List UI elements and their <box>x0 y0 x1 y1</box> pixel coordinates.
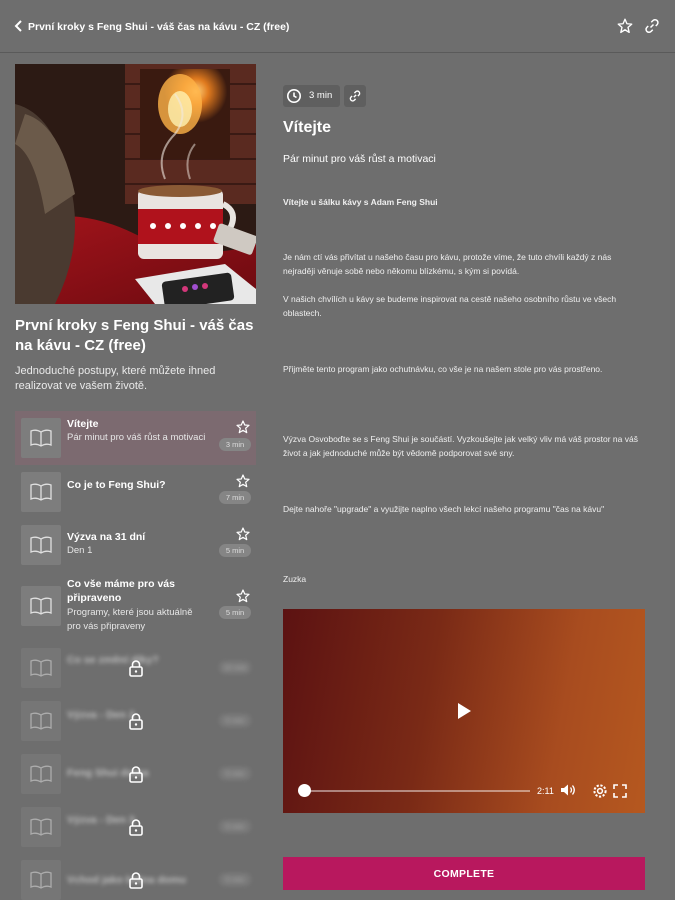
lesson-duration-badge: 3 min <box>283 85 340 107</box>
book-icon <box>30 536 52 554</box>
lesson-duration: 3 min <box>219 438 251 451</box>
lesson-subtitle: Den 1 <box>67 545 93 556</box>
lesson-title: Výzva na 31 dní <box>67 531 146 543</box>
course-title: První kroky s Feng Shui - váš čas na káv… <box>15 317 254 354</box>
book-icon <box>30 483 52 501</box>
content-paragraph: Vítejte u šálku kávy s Adam Feng Shui <box>283 197 438 207</box>
content-paragraph: V našich chvílích u kávy se budeme inspi… <box>283 294 617 318</box>
lesson-title: Vítejte <box>67 418 99 430</box>
video-seek-handle[interactable] <box>298 784 311 797</box>
content-paragraph: Výzva Osvoboďte se s Feng Shui je součás… <box>283 434 638 458</box>
back-chevron-icon[interactable] <box>12 17 26 35</box>
lesson-subtitle: Pár minut pro váš růst a motivaci <box>67 432 206 443</box>
fullscreen-icon[interactable] <box>613 784 627 798</box>
video-player[interactable]: 2:11 <box>283 609 645 813</box>
favorite-star-icon[interactable] <box>235 588 251 604</box>
lesson-duration: 5 min <box>219 767 251 780</box>
lesson-item[interactable]: Co vše máme pro vás připraveno Programy,… <box>15 574 256 640</box>
volume-icon[interactable] <box>560 783 576 797</box>
top-bar: První kroky s Feng Shui - váš čas na káv… <box>0 0 675 53</box>
lock-icon <box>129 872 143 889</box>
copy-link-button[interactable] <box>344 85 366 107</box>
favorite-star-icon[interactable] <box>616 17 634 35</box>
course-description: Jednoduché postupy, které můžete ihned r… <box>15 365 216 392</box>
duration-text: 3 min <box>309 90 333 101</box>
lesson-thumbnail <box>21 472 61 512</box>
lesson-thumbnail <box>21 807 61 847</box>
lesson-duration: 5 min <box>219 820 251 833</box>
book-icon <box>30 765 52 783</box>
lesson-duration: 5 min <box>219 714 251 727</box>
video-progress-track[interactable] <box>304 790 530 792</box>
lesson-title: Co je to Feng Shui? <box>67 479 166 491</box>
book-icon <box>30 871 52 889</box>
book-icon <box>30 712 52 730</box>
lesson-duration: 5 min <box>219 544 251 557</box>
video-time: 2:11 <box>537 786 554 796</box>
lesson-thumbnail <box>21 860 61 900</box>
lesson-duration: 7 min <box>219 491 251 504</box>
play-icon[interactable] <box>456 702 472 720</box>
lock-icon <box>129 713 143 730</box>
lock-icon <box>129 819 143 836</box>
lesson-item[interactable]: Výzva na 31 dní Den 1 5 min <box>15 520 256 572</box>
lesson-thumbnail <box>21 418 61 458</box>
lesson-duration: 5 min <box>219 606 251 619</box>
content-paragraph: Přijměte tento program jako ochutnávku, … <box>283 364 603 374</box>
lesson-thumbnail <box>21 701 61 741</box>
settings-gear-icon[interactable] <box>592 783 608 799</box>
book-icon <box>30 659 52 677</box>
lesson-duration: 10 min <box>219 661 251 674</box>
lesson-item[interactable]: Co je to Feng Shui? 7 min <box>15 467 256 519</box>
lock-icon <box>129 766 143 783</box>
favorite-star-icon[interactable] <box>235 526 251 542</box>
complete-button[interactable]: COMPLETE <box>283 857 645 890</box>
favorite-star-icon[interactable] <box>235 419 251 435</box>
lesson-thumbnail <box>21 648 61 688</box>
course-cover-image <box>15 64 256 304</box>
lesson-thumbnail <box>21 525 61 565</box>
content-signature: Zuzka <box>283 574 307 584</box>
clock-icon <box>287 89 301 103</box>
content-paragraph: Je nám ctí vás přivítat u našeho času pr… <box>283 252 612 276</box>
page-title: První kroky s Feng Shui - váš čas na káv… <box>28 21 290 33</box>
lesson-thumbnail <box>21 586 61 626</box>
lesson-title: Co vše máme pro vás připraveno <box>67 578 175 604</box>
lock-icon <box>129 660 143 677</box>
book-icon <box>30 429 52 447</box>
lesson-item[interactable]: Vítejte Pár minut pro váš růst a motivac… <box>15 411 256 465</box>
share-link-icon[interactable] <box>643 17 661 35</box>
link-icon <box>349 90 361 102</box>
lesson-thumbnail <box>21 754 61 794</box>
lesson-subheading: Pár minut pro váš růst a motivaci <box>283 153 436 165</box>
book-icon <box>30 818 52 836</box>
lesson-duration: 5 min <box>219 873 251 886</box>
content-paragraph: Dejte nahoře "upgrade" a využijte naplno… <box>283 504 605 514</box>
book-icon <box>30 597 52 615</box>
favorite-star-icon[interactable] <box>235 473 251 489</box>
lesson-subtitle: Programy, které jsou aktuálně pro vás př… <box>67 607 193 632</box>
lesson-heading: Vítejte <box>283 119 332 136</box>
